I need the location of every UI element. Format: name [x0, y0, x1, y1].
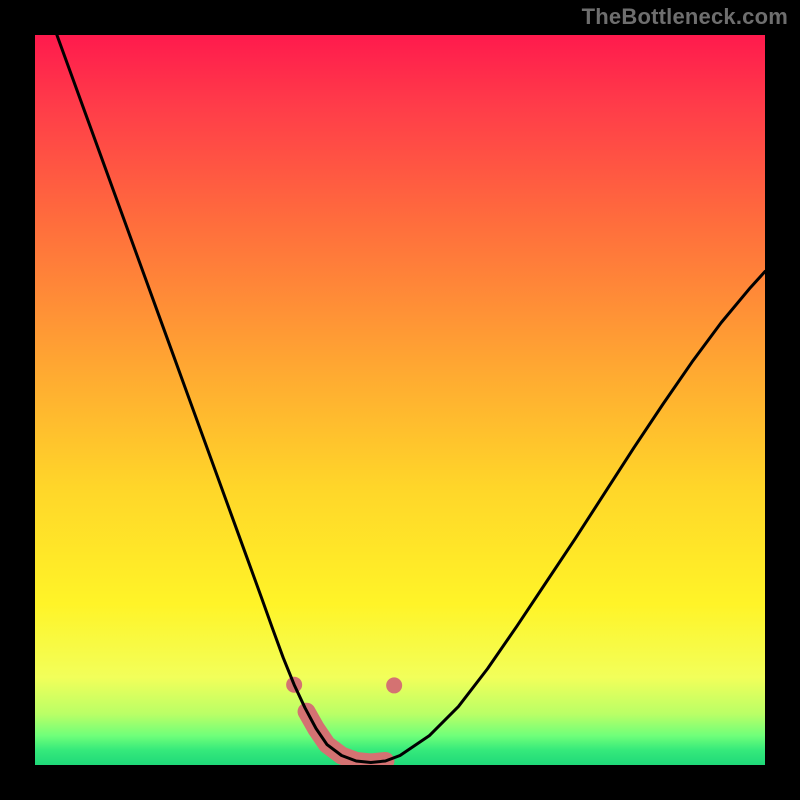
highlight-markers [286, 677, 402, 763]
highlight-dot [386, 677, 402, 693]
chart-root: TheBottleneck.com [0, 0, 800, 800]
series-curve [57, 35, 765, 762]
chart-overlay [35, 35, 765, 765]
watermark-text: TheBottleneck.com [582, 4, 788, 30]
bottleneck-curve [57, 35, 765, 762]
highlight-segment [307, 712, 386, 763]
